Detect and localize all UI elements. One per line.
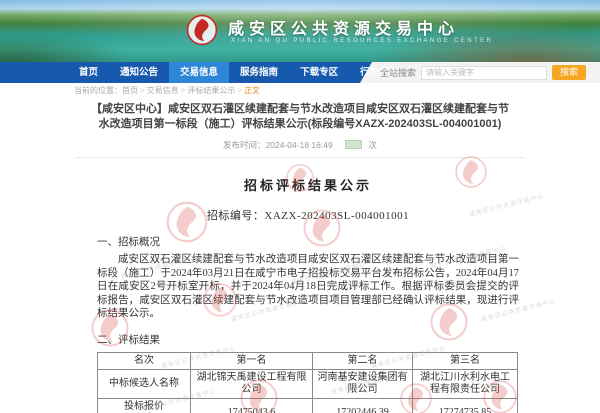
search-button[interactable]: 搜索 (552, 65, 586, 80)
breadcrumb-current: 正文 (244, 86, 260, 95)
nav-item-服务指南[interactable]: 服务指南 (229, 62, 289, 83)
breadcrumb: 当前的位置：首页>交易信息>评标结果公示>正文 (0, 83, 600, 98)
site-banner: 咸安区公共资源交易中心 XIAN AN QU PUBLIC RESOURCES … (0, 0, 600, 62)
search-input[interactable] (421, 66, 547, 80)
view-counter-badge (345, 140, 362, 149)
breadcrumb-link[interactable]: 评标结果公示 (187, 86, 235, 95)
site-title: 咸安区公共资源交易中心 (228, 15, 459, 39)
page-title: 【咸安区中心】咸安区双石灌区续建配套与节水改造项目咸安区双石灌区续建配套与节水改… (75, 102, 525, 132)
bid-number: 招标编号：XAZX-202403SL-004001001 (97, 207, 519, 223)
article-meta: 发布时间：2024-04-18 16:49 次 (75, 139, 525, 151)
search-zone: 全站搜索 搜索 (380, 65, 586, 80)
search-label: 全站搜索 (380, 66, 416, 79)
nav-item-下载专区[interactable]: 下载专区 (289, 62, 349, 83)
page: 咸安区公共资源交易中心 XIAN AN QU PUBLIC RESOURCES … (0, 0, 600, 413)
table-header-value: 第二名 (313, 352, 413, 369)
breadcrumb-separator: > (140, 86, 145, 95)
publish-time: 发布时间：2024-04-18 16:49 (223, 140, 333, 150)
section1-paragraph: 咸安区双石灌区续建配套与节水改造项目咸安区双石灌区续建配套与节水改造项目第一标段… (97, 253, 519, 321)
divider (75, 157, 525, 158)
table-row-value: 湖北江川水利水电工程有限责任公司 (413, 369, 518, 398)
site-logo-icon (186, 14, 218, 46)
section2-title: 二、评标结果 (97, 332, 519, 347)
site-subtitle: XIAN AN QU PUBLIC RESOURCES EXCHANGE CEN… (231, 38, 493, 44)
table-row-value: 湖北锦天禹建设工程有限公司 (191, 369, 313, 398)
breadcrumb-link[interactable]: 首页 (122, 86, 138, 95)
table-row-value: 17274735.85 (413, 398, 518, 413)
article-content: 【咸安区中心】咸安区双石灌区续建配套与节水改造项目咸安区双石灌区续建配套与节水改… (75, 102, 525, 413)
table-row-value: 17475043.6 (191, 398, 313, 413)
breadcrumb-link[interactable]: 交易信息 (147, 86, 179, 95)
section1-title: 一、招标概况 (97, 234, 519, 249)
table-header-label: 名次 (98, 352, 191, 369)
nav-item-首页[interactable]: 首页 (68, 62, 109, 83)
table-row-label: 中标候选人名称 (98, 369, 191, 398)
table-row-value: 17202446.39 (313, 398, 413, 413)
breadcrumb-prefix: 当前的位置： (74, 86, 122, 95)
breadcrumb-separator: > (181, 86, 186, 95)
document-title: 招标评标结果公示 (97, 175, 519, 194)
breadcrumb-separator: > (237, 86, 242, 95)
document-body: 招标评标结果公示 招标编号：XAZX-202403SL-004001001 一、… (97, 175, 519, 413)
main-navbar: 首页通知公告交易信息服务指南下载专区行为公示互动交流 全站搜索 搜索 (0, 62, 600, 83)
table-row-value: 河南基安建设集团有限公司 (313, 369, 413, 398)
table-header-value: 第一名 (191, 352, 313, 369)
nav-item-通知公告[interactable]: 通知公告 (109, 62, 169, 83)
nav-item-交易信息[interactable]: 交易信息 (169, 62, 229, 83)
evaluation-result-table: 名次第一名第二名第三名中标候选人名称湖北锦天禹建设工程有限公司河南基安建设集团有… (97, 352, 518, 413)
table-row-label: 投标报价 （元） (98, 398, 191, 413)
table-header-value: 第三名 (413, 352, 518, 369)
views-suffix: 次 (368, 140, 377, 150)
